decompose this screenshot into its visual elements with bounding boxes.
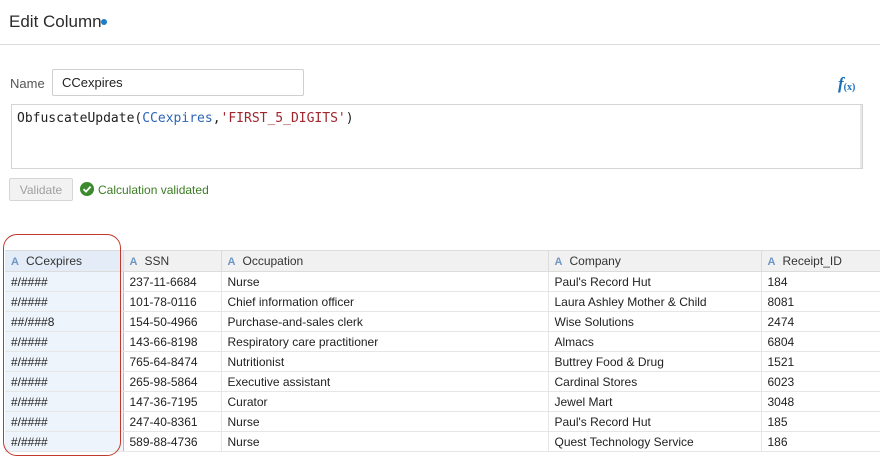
fx-subscript: (x) — [843, 82, 856, 93]
cell-ssn[interactable]: 589-88-4736 — [123, 431, 222, 452]
cell-company[interactable]: Paul's Record Hut — [548, 411, 762, 432]
cell-occupation[interactable]: Curator — [221, 391, 549, 412]
function-editor-icon[interactable]: f(x) — [838, 74, 855, 94]
table-row[interactable]: #/#### 237-11-6684 Nurse Paul's Record Hut 1… — [5, 271, 880, 292]
cell-ssn[interactable]: 143-66-8198 — [123, 331, 222, 352]
cell-ssn[interactable]: 154-50-4966 — [123, 311, 222, 332]
cell-ccexpires[interactable]: #/#### — [5, 291, 124, 312]
expression-close: ) — [345, 111, 354, 126]
cell-occupation[interactable]: Respiratory care practitioner — [221, 331, 549, 352]
column-header-label: Receipt_ID — [782, 254, 842, 268]
cell-occupation[interactable]: Chief information officer — [221, 291, 549, 312]
cell-ccexpires[interactable]: ##/###8 — [5, 311, 124, 332]
name-label: Name — [10, 76, 45, 91]
table-row[interactable]: #/#### 247-40-8361 Nurse Paul's Record Hut 1… — [5, 411, 880, 432]
cell-ccexpires[interactable]: #/#### — [5, 371, 124, 392]
page-title: Edit Column — [9, 12, 102, 31]
grid-header-row: A CCexpires A SSN A Occupation A Company A Re… — [5, 250, 880, 272]
cell-company[interactable]: Almacs — [548, 331, 762, 352]
cell-company[interactable]: Laura Ashley Mother & Child — [548, 291, 762, 312]
cell-company[interactable]: Quest Technology Service — [548, 431, 762, 452]
cell-occupation[interactable]: Purchase-and-sales clerk — [221, 311, 549, 332]
text-type-icon: A — [11, 256, 19, 268]
cell-ccexpires[interactable]: #/#### — [5, 431, 124, 452]
check-circle-icon — [80, 182, 94, 196]
column-header-ssn[interactable]: A SSN — [123, 250, 222, 272]
cell-company[interactable]: Buttrey Food & Drug — [548, 351, 762, 372]
cell-company[interactable]: Paul's Record Hut — [548, 271, 762, 292]
cell-ccexpires[interactable]: #/#### — [5, 391, 124, 412]
validation-status: Calculation validated — [98, 183, 209, 197]
cell-occupation[interactable]: Executive assistant — [221, 371, 549, 392]
header-bar: Edit Column — [0, 0, 880, 45]
column-header-receipt-id[interactable]: A Receipt_ID — [761, 250, 880, 272]
column-header-label: Occupation — [242, 254, 304, 268]
column-header-label: CCexpires — [26, 254, 83, 268]
column-header-label: Company — [569, 254, 621, 268]
cell-ssn[interactable]: 247-40-8361 — [123, 411, 222, 432]
cell-ssn[interactable]: 765-64-8474 — [123, 351, 222, 372]
expression-scrollbar[interactable] — [860, 105, 862, 168]
cell-ssn[interactable]: 265-98-5864 — [123, 371, 222, 392]
table-row[interactable]: #/#### 101-78-0116 Chief information offic… — [5, 291, 880, 312]
text-type-icon: A — [227, 256, 236, 268]
column-header-occupation[interactable]: A Occupation — [221, 250, 549, 272]
column-header-ccexpires[interactable]: A CCexpires — [5, 250, 124, 272]
cell-occupation[interactable]: Nutritionist — [221, 351, 549, 372]
text-type-icon: A — [554, 256, 563, 268]
cell-receipt-id[interactable]: 1521 — [761, 351, 880, 372]
text-type-icon: A — [129, 256, 138, 268]
table-row[interactable]: #/#### 589-88-4736 Nurse Quest Technology S… — [5, 431, 880, 452]
unsaved-indicator-dot — [101, 19, 107, 25]
cell-receipt-id[interactable]: 2474 — [761, 311, 880, 332]
text-type-icon: A — [767, 256, 776, 268]
expression-editor[interactable]: ObfuscateUpdate(CCexpires,'FIRST_5_DIGIT… — [11, 104, 863, 169]
cell-ccexpires[interactable]: #/#### — [5, 271, 124, 292]
cell-ssn[interactable]: 147-36-7195 — [123, 391, 222, 412]
cell-company[interactable]: Jewel Mart — [548, 391, 762, 412]
cell-occupation[interactable]: Nurse — [221, 411, 549, 432]
cell-occupation[interactable]: Nurse — [221, 271, 549, 292]
cell-receipt-id[interactable]: 184 — [761, 271, 880, 292]
expression-string: 'FIRST_5_DIGITS' — [220, 111, 346, 126]
expression-column: CCexpires — [142, 111, 213, 126]
table-row[interactable]: ##/###8 154-50-4966 Purchase-and-sales cle… — [5, 311, 880, 332]
table-row[interactable]: #/#### 147-36-7195 Curator Jewel Mart 3048 — [5, 391, 880, 412]
cell-occupation[interactable]: Nurse — [221, 431, 549, 452]
cell-company[interactable]: Wise Solutions — [548, 311, 762, 332]
cell-receipt-id[interactable]: 186 — [761, 431, 880, 452]
cell-ccexpires[interactable]: #/#### — [5, 351, 124, 372]
column-header-company[interactable]: A Company — [548, 250, 762, 272]
data-grid: A CCexpires A SSN A Occupation A Company A Re… — [5, 250, 880, 452]
column-header-label: SSN — [144, 254, 170, 268]
cell-receipt-id[interactable]: 6804 — [761, 331, 880, 352]
cell-ssn[interactable]: 237-11-6684 — [123, 271, 222, 292]
cell-receipt-id[interactable]: 3048 — [761, 391, 880, 412]
cell-ccexpires[interactable]: #/#### — [5, 331, 124, 352]
cell-ssn[interactable]: 101-78-0116 — [123, 291, 222, 312]
expression-function: ObfuscateUpdate( — [17, 111, 143, 126]
expression-separator: , — [212, 111, 221, 126]
table-row[interactable]: #/#### 765-64-8474 Nutritionist Buttrey Foo… — [5, 351, 880, 372]
cell-receipt-id[interactable]: 8081 — [761, 291, 880, 312]
cell-receipt-id[interactable]: 185 — [761, 411, 880, 432]
cell-company[interactable]: Cardinal Stores — [548, 371, 762, 392]
validate-button[interactable]: Validate — [9, 178, 73, 201]
cell-ccexpires[interactable]: #/#### — [5, 411, 124, 432]
fx-letter: f — [838, 74, 844, 93]
table-row[interactable]: #/#### 265-98-5864 Executive assistant Card… — [5, 371, 880, 392]
name-input[interactable] — [52, 69, 304, 96]
table-row[interactable]: #/#### 143-66-8198 Respiratory care practi… — [5, 331, 880, 352]
cell-receipt-id[interactable]: 6023 — [761, 371, 880, 392]
